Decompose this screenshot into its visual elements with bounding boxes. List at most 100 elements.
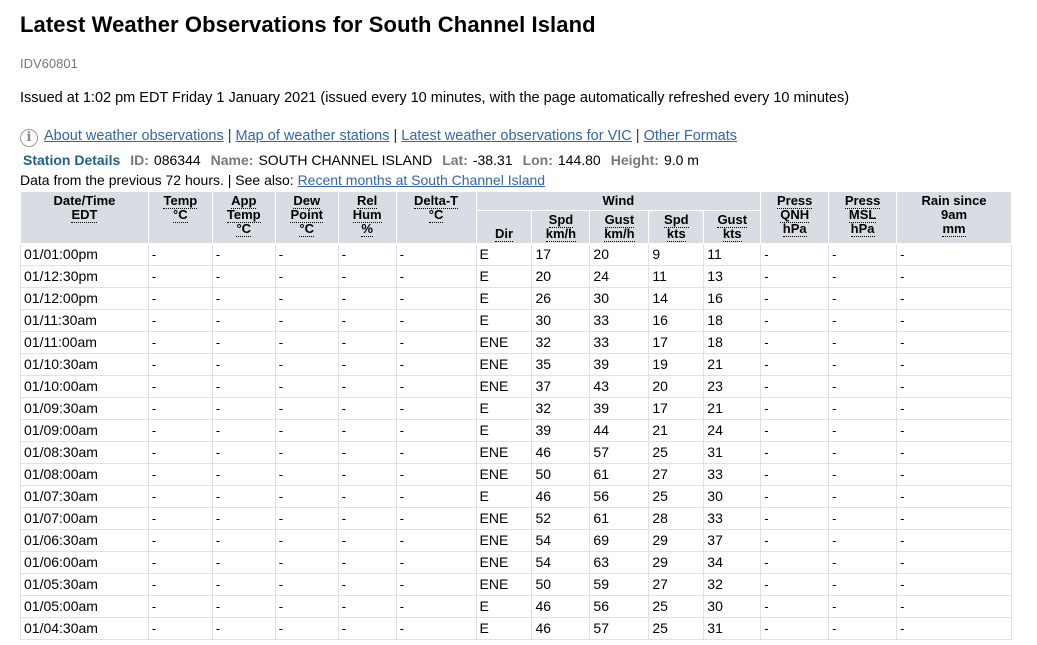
cell-press-qnh: -	[760, 331, 830, 354]
cell-rain: -	[896, 551, 1012, 574]
cell-rain: -	[896, 265, 1012, 288]
map-stations-link[interactable]: Map of weather stations	[236, 127, 390, 145]
station-id: 086344	[153, 152, 201, 168]
table-row: 01/06:00am - - - - - ENE 54 63 29 34- - -	[20, 551, 1012, 574]
cell-temp: -	[147, 353, 213, 376]
cell-temp: -	[147, 331, 213, 354]
cell-delta-t: -	[395, 309, 477, 332]
cell-rain: -	[896, 617, 1012, 640]
header-gust-kmh[interactable]: Gust km/h	[589, 210, 650, 244]
cell-press-qnh: -	[760, 441, 830, 464]
cell-app-temp: -	[211, 419, 276, 442]
cell-datetime: 01/11:00am	[20, 331, 149, 354]
cell-datetime: 01/01:00pm	[20, 243, 149, 266]
cell-temp: -	[147, 507, 213, 530]
about-observations-link[interactable]: About weather observations	[44, 127, 224, 145]
cell-rel-hum: -	[337, 507, 397, 530]
other-formats-link[interactable]: Other Formats	[644, 127, 737, 145]
cell-press-msl: -	[828, 529, 898, 552]
header-gust-kts[interactable]: Gust kts	[703, 210, 762, 244]
cell-wind-gust-kts: 18	[703, 331, 762, 354]
latest-vic-link[interactable]: Latest weather observations for VIC	[401, 127, 632, 145]
cell-press-qnh: -	[760, 309, 830, 332]
cell-wind-gust-kts: 21	[703, 353, 762, 376]
cell-rain: -	[896, 529, 1012, 552]
cell-wind-dir: E	[475, 265, 533, 288]
cell-temp: -	[147, 265, 213, 288]
cell-press-msl: -	[828, 551, 898, 574]
cell-wind-spd-kmh: 26	[531, 287, 591, 310]
cell-dew-point: -	[274, 397, 339, 420]
cell-datetime: 01/12:00pm	[20, 287, 149, 310]
cell-rel-hum: -	[337, 353, 397, 376]
cell-wind-spd-kmh: 20	[531, 265, 591, 288]
cell-rain: -	[896, 463, 1012, 486]
cell-rel-hum: -	[337, 617, 397, 640]
header-wind-dir[interactable]: Dir	[475, 210, 533, 244]
cell-wind-gust-kmh: 69	[589, 529, 650, 552]
header-temp[interactable]: Temp °C	[147, 191, 213, 244]
cell-delta-t: -	[395, 265, 477, 288]
header-spd-kts[interactable]: Spd kts	[648, 210, 705, 244]
station-height-label: Height:	[610, 152, 659, 168]
cell-app-temp: -	[211, 397, 276, 420]
product-id: IDV60801	[20, 56, 78, 71]
cell-rain: -	[896, 507, 1012, 530]
cell-press-msl: -	[828, 309, 898, 332]
header-rel-hum[interactable]: Rel Hum%	[337, 191, 397, 244]
info-icon: i	[20, 129, 38, 147]
cell-wind-gust-kmh: 33	[589, 309, 650, 332]
station-details: Station Details ID: 086344 Name: SOUTH C…	[20, 151, 1037, 169]
cell-wind-gust-kts: 33	[703, 463, 762, 486]
station-lon-label: Lon:	[522, 152, 553, 168]
cell-wind-dir: ENE	[475, 529, 533, 552]
cell-wind-spd-kmh: 30	[531, 309, 591, 332]
cell-wind-spd-kts: 14	[648, 287, 705, 310]
station-height: 9.0 m	[663, 152, 699, 168]
cell-press-qnh: -	[760, 485, 830, 508]
cell-dew-point: -	[274, 375, 339, 398]
cell-dew-point: -	[274, 463, 339, 486]
cell-dew-point: -	[274, 419, 339, 442]
cell-dew-point: -	[274, 551, 339, 574]
cell-wind-gust-kmh: 24	[589, 265, 650, 288]
header-app-temp[interactable]: App Temp °C	[211, 191, 276, 244]
cell-wind-gust-kts: 31	[703, 441, 762, 464]
cell-temp: -	[147, 573, 213, 596]
cell-datetime: 01/07:30am	[20, 485, 149, 508]
cell-wind-spd-kts: 25	[648, 441, 705, 464]
cell-wind-dir: ENE	[475, 441, 533, 464]
recent-months-link[interactable]: Recent months at South Channel Island	[298, 172, 546, 188]
observations-table: Date/Time EDT Temp °C App Temp °C Dew Point °C…	[20, 191, 1012, 640]
cell-rain: -	[896, 419, 1012, 442]
cell-press-msl: -	[828, 331, 898, 354]
cell-rain: -	[896, 331, 1012, 354]
header-press-qnh[interactable]: Press QNH hPa	[760, 191, 830, 244]
data-from: Data from the previous 72 hours. | See a…	[20, 172, 1037, 189]
page-title: Latest Weather Observations for South Ch…	[20, 12, 596, 37]
header-delta-t[interactable]: Delta-T °C	[395, 191, 477, 244]
cell-wind-gust-kmh: 20	[589, 243, 650, 266]
cell-press-qnh: -	[760, 507, 830, 530]
cell-delta-t: -	[395, 551, 477, 574]
table-row: 01/10:30am - - - - - ENE 35 39 19 21- - -	[20, 353, 1012, 376]
header-dew-point[interactable]: Dew Point °C	[274, 191, 339, 244]
cell-wind-gust-kts: 23	[703, 375, 762, 398]
cell-temp: -	[147, 309, 213, 332]
header-press-msl[interactable]: Press MSL hPa	[828, 191, 898, 244]
header-spd-kmh[interactable]: Spd km/h	[531, 210, 591, 244]
cell-temp: -	[147, 441, 213, 464]
cell-temp: -	[147, 397, 213, 420]
cell-wind-spd-kmh: 37	[531, 375, 591, 398]
cell-wind-spd-kmh: 46	[531, 595, 591, 618]
cell-press-qnh: -	[760, 617, 830, 640]
cell-delta-t: -	[395, 375, 477, 398]
cell-wind-spd-kts: 27	[648, 573, 705, 596]
cell-rel-hum: -	[337, 529, 397, 552]
cell-press-msl: -	[828, 485, 898, 508]
table-row: 01/10:00am - - - - - ENE 37 43 20 23- - -	[20, 375, 1012, 398]
cell-wind-spd-kmh: 54	[531, 551, 591, 574]
cell-app-temp: -	[211, 463, 276, 486]
cell-wind-dir: E	[475, 595, 533, 618]
cell-press-qnh: -	[760, 551, 830, 574]
